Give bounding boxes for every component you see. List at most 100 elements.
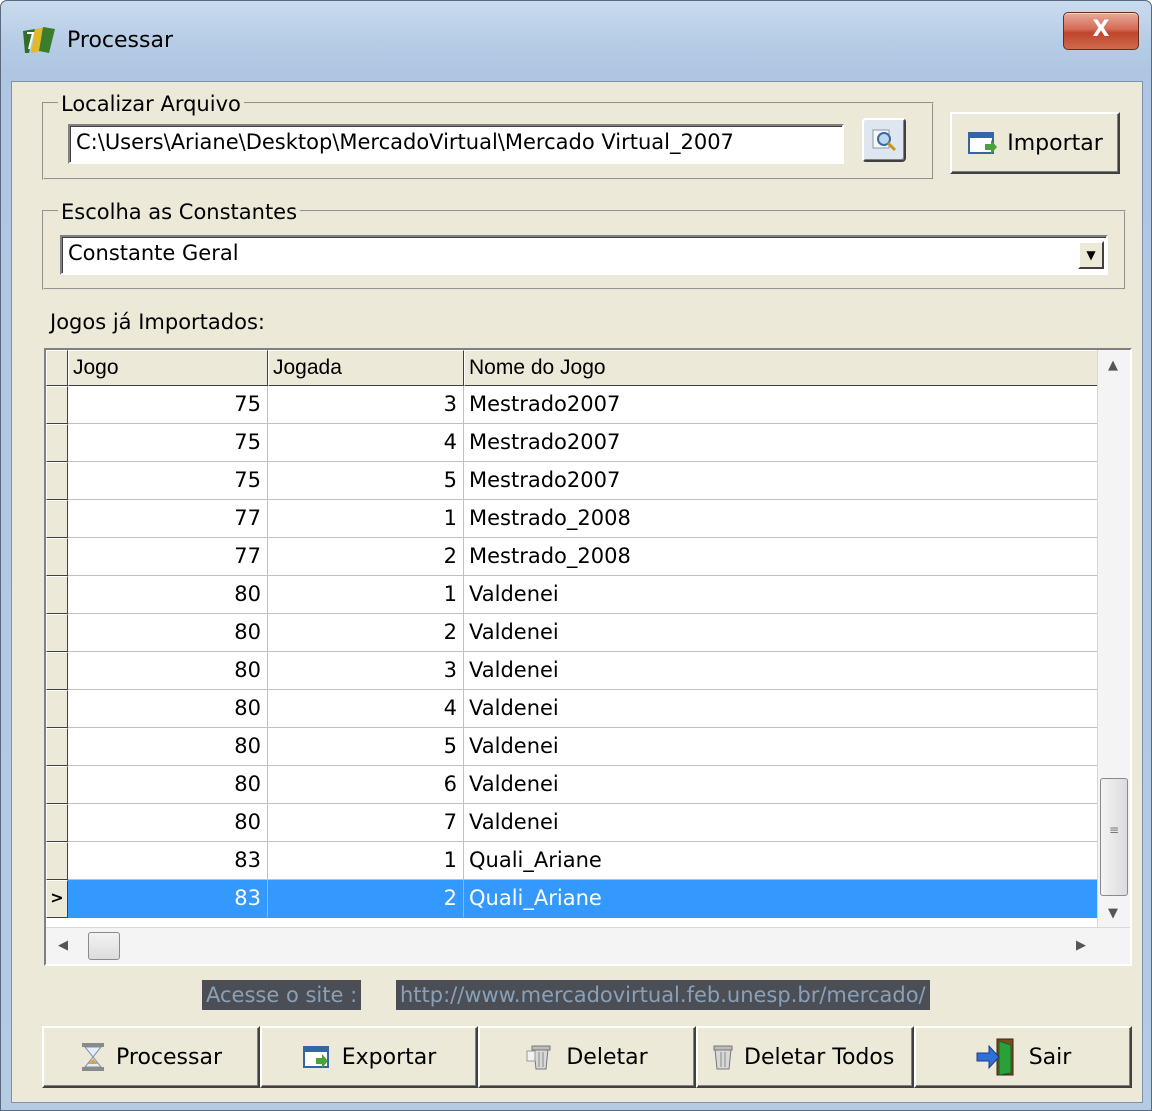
dropdown-button[interactable]: ▼ [1078, 241, 1104, 269]
cell-jogada[interactable]: 1 [268, 500, 464, 538]
cell-nome[interactable]: Quali_Ariane [464, 880, 1098, 918]
cell-jogada[interactable]: 2 [268, 538, 464, 576]
table-row[interactable]: 75 4 Mestrado2007 [46, 424, 1098, 462]
cell-nome[interactable]: Valdenei [464, 576, 1098, 614]
cell-jogo[interactable]: 75 [68, 462, 268, 500]
cell-jogada[interactable]: 4 [268, 690, 464, 728]
table-row[interactable]: 75 3 Mestrado2007 [46, 386, 1098, 424]
cell-jogo[interactable]: 80 [68, 614, 268, 652]
row-indicator[interactable] [46, 728, 68, 766]
cell-nome[interactable]: Quali_Ariane [464, 842, 1098, 880]
table-row[interactable]: 80 7 Valdenei [46, 804, 1098, 842]
table-row[interactable]: 80 6 Valdenei [46, 766, 1098, 804]
column-header-nome[interactable]: Nome do Jogo [464, 350, 1098, 386]
cell-nome[interactable]: Valdenei [464, 690, 1098, 728]
row-indicator[interactable] [46, 386, 68, 424]
cell-nome[interactable]: Valdenei [464, 614, 1098, 652]
constantes-select[interactable]: Constante Geral [60, 235, 1108, 275]
row-indicator[interactable] [46, 538, 68, 576]
horizontal-scroll-thumb[interactable] [88, 932, 120, 960]
jogos-grid[interactable]: Jogo Jogada Nome do Jogo 75 3 Mestrado2007… [44, 348, 1132, 966]
row-indicator[interactable] [46, 614, 68, 652]
client-area: Localizar Arquivo C:\Users\Ariane\Deskto… [11, 81, 1143, 1103]
exportar-button[interactable]: Exportar [260, 1026, 478, 1088]
cell-nome[interactable]: Mestrado_2008 [464, 500, 1098, 538]
sair-label: Sair [1028, 1044, 1072, 1070]
cell-nome[interactable]: Mestrado_2008 [464, 538, 1098, 576]
row-indicator[interactable] [46, 766, 68, 804]
cell-jogada[interactable]: 6 [268, 766, 464, 804]
cell-nome[interactable]: Mestrado2007 [464, 386, 1098, 424]
row-indicator[interactable] [46, 652, 68, 690]
sair-button[interactable]: Sair [914, 1026, 1132, 1088]
cell-jogada[interactable]: 3 [268, 386, 464, 424]
title-bar[interactable]: Processar X [1, 1, 1151, 81]
close-button[interactable]: X [1063, 12, 1139, 50]
cell-nome[interactable]: Valdenei [464, 728, 1098, 766]
importar-label: Importar [1007, 130, 1103, 156]
table-row[interactable]: 80 3 Valdenei [46, 652, 1098, 690]
site-url-link[interactable]: http://www.mercadovirtual.feb.unesp.br/m… [396, 980, 930, 1010]
cell-jogada[interactable]: 5 [268, 728, 464, 766]
row-indicator[interactable] [46, 804, 68, 842]
cell-jogo[interactable]: 80 [68, 576, 268, 614]
deletar-todos-button[interactable]: Deletar Todos [696, 1026, 914, 1088]
cell-nome[interactable]: Valdenei [464, 652, 1098, 690]
table-row[interactable]: 80 1 Valdenei [46, 576, 1098, 614]
cell-jogada[interactable]: 2 [268, 614, 464, 652]
cell-jogo[interactable]: 80 [68, 728, 268, 766]
cell-jogo[interactable]: 83 [68, 880, 268, 918]
deletar-button[interactable]: Deletar [478, 1026, 696, 1088]
vertical-scrollbar[interactable]: ▲ ≡ ▼ [1097, 350, 1130, 930]
file-path-input[interactable]: C:\Users\Ariane\Desktop\MercadoVirtual\M… [68, 124, 844, 164]
cell-jogada[interactable]: 5 [268, 462, 464, 500]
row-indicator[interactable] [46, 576, 68, 614]
cell-jogo[interactable]: 75 [68, 424, 268, 462]
cell-jogo[interactable]: 80 [68, 690, 268, 728]
processar-window: Processar X Localizar Arquivo C:\Users\A… [0, 0, 1152, 1111]
cell-jogo[interactable]: 75 [68, 386, 268, 424]
scroll-right-icon[interactable]: ▶ [1076, 938, 1086, 953]
cell-jogo[interactable]: 80 [68, 804, 268, 842]
row-indicator[interactable] [46, 462, 68, 500]
horizontal-scrollbar[interactable]: ◀ ▶ [46, 927, 1130, 964]
cell-jogada[interactable]: 1 [268, 576, 464, 614]
cell-jogo[interactable]: 80 [68, 652, 268, 690]
browse-button[interactable] [862, 118, 906, 162]
table-row[interactable]: 80 4 Valdenei [46, 690, 1098, 728]
row-indicator[interactable] [46, 690, 68, 728]
cell-nome[interactable]: Valdenei [464, 804, 1098, 842]
cell-jogo[interactable]: 80 [68, 766, 268, 804]
cell-jogada[interactable]: 2 [268, 880, 464, 918]
cell-jogada[interactable]: 1 [268, 842, 464, 880]
importar-button[interactable]: Importar [950, 112, 1120, 174]
cell-jogada[interactable]: 3 [268, 652, 464, 690]
vertical-scroll-thumb[interactable]: ≡ [1100, 778, 1128, 896]
row-indicator[interactable]: > [46, 880, 68, 918]
row-indicator[interactable] [46, 424, 68, 462]
table-row[interactable]: 77 1 Mestrado_2008 [46, 500, 1098, 538]
table-row[interactable]: 83 1 Quali_Ariane [46, 842, 1098, 880]
cell-nome[interactable]: Mestrado2007 [464, 424, 1098, 462]
processar-button[interactable]: Processar [42, 1026, 260, 1088]
scroll-down-icon[interactable]: ▼ [1108, 906, 1118, 921]
table-row[interactable]: 77 2 Mestrado_2008 [46, 538, 1098, 576]
column-header-jogada[interactable]: Jogada [268, 350, 464, 386]
deletar-label: Deletar [566, 1044, 648, 1070]
table-row[interactable]: >83 2 Quali_Ariane [46, 880, 1098, 918]
cell-jogada[interactable]: 4 [268, 424, 464, 462]
cell-jogo[interactable]: 77 [68, 538, 268, 576]
table-row[interactable]: 80 2 Valdenei [46, 614, 1098, 652]
scroll-left-icon[interactable]: ◀ [58, 938, 68, 953]
cell-jogo[interactable]: 83 [68, 842, 268, 880]
cell-jogo[interactable]: 77 [68, 500, 268, 538]
column-header-jogo[interactable]: Jogo [68, 350, 268, 386]
scroll-up-icon[interactable]: ▲ [1108, 358, 1118, 373]
table-row[interactable]: 80 5 Valdenei [46, 728, 1098, 766]
cell-jogada[interactable]: 7 [268, 804, 464, 842]
cell-nome[interactable]: Mestrado2007 [464, 462, 1098, 500]
row-indicator[interactable] [46, 842, 68, 880]
row-indicator[interactable] [46, 500, 68, 538]
table-row[interactable]: 75 5 Mestrado2007 [46, 462, 1098, 500]
cell-nome[interactable]: Valdenei [464, 766, 1098, 804]
